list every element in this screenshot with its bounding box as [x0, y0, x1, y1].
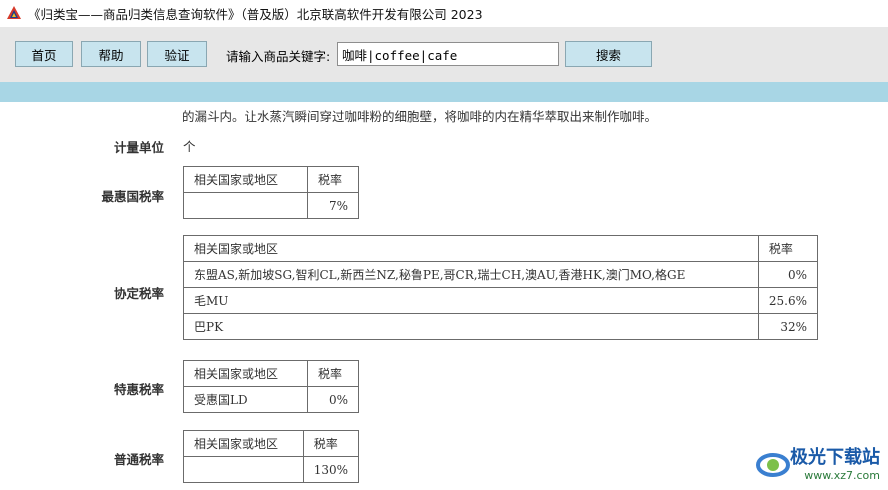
- table-row: 130%: [183, 456, 360, 483]
- rate-cell: 32%: [757, 313, 819, 340]
- table-header-row: 相关国家或地区 税率: [183, 235, 819, 262]
- general-rate-label: 普通税率: [113, 452, 164, 467]
- region-cell: 东盟AS,新加坡SG,智利CL,新西兰NZ,秘鲁PE,哥CR,瑞士CH,澳AU,…: [183, 261, 759, 288]
- region-cell: 巴PK: [183, 313, 759, 340]
- general-rate-table: 相关国家或地区 税率 130%: [183, 430, 360, 483]
- header-rate: 税率: [307, 166, 359, 193]
- agreement-rate-table: 相关国家或地区 税率 东盟AS,新加坡SG,智利CL,新西兰NZ,秘鲁PE,哥C…: [183, 235, 819, 340]
- table-row: 毛MU 25.6%: [183, 287, 819, 314]
- header-region: 相关国家或地区: [183, 235, 759, 262]
- region-cell: [183, 456, 304, 483]
- title-bar: 《归类宝——商品归类信息查询软件》（普及版）北京联高软件开发有限公司 2023: [0, 0, 888, 26]
- table-row: 东盟AS,新加坡SG,智利CL,新西兰NZ,秘鲁PE,哥CR,瑞士CH,澳AU,…: [183, 261, 819, 288]
- table-header-row: 相关国家或地区 税率: [183, 430, 360, 457]
- table-header-row: 相关国家或地区 税率: [183, 360, 359, 387]
- header-region: 相关国家或地区: [183, 430, 304, 457]
- region-cell: 毛MU: [183, 287, 759, 314]
- header-region: 相关国家或地区: [183, 360, 308, 387]
- table-row: 7%: [183, 192, 359, 219]
- header-region: 相关国家或地区: [183, 166, 308, 193]
- mfn-rate-label: 最惠国税率: [101, 189, 164, 204]
- header-rate: 税率: [302, 430, 360, 457]
- header-divider-strip: [0, 82, 888, 102]
- watermark-url: www.xz7.com: [804, 469, 880, 482]
- mfn-rate-table: 相关国家或地区 税率 7%: [183, 166, 359, 219]
- header-rate: 税率: [757, 235, 819, 262]
- rate-cell: 7%: [307, 192, 359, 219]
- header-rate: 税率: [307, 360, 359, 387]
- special-rate-label: 特惠税率: [113, 382, 164, 397]
- region-cell: [183, 192, 308, 219]
- watermark: 极光下载站 www.xz7.com: [756, 443, 880, 482]
- rate-cell: 0%: [307, 386, 359, 413]
- description-text: 的漏斗内。让水蒸汽瞬间穿过咖啡粉的细胞壁，将咖啡的内在精华萃取出来制作咖啡。: [182, 109, 658, 124]
- region-cell: 受惠国LD: [183, 386, 308, 413]
- help-button[interactable]: 帮助: [81, 41, 141, 67]
- search-button[interactable]: 搜索: [565, 41, 652, 67]
- table-row: 受惠国LD 0%: [183, 386, 359, 413]
- app-logo-icon: [6, 5, 22, 21]
- toolbar: 首页 帮助 验证 请输入商品关键字: 搜索: [0, 27, 888, 82]
- watermark-text: 极光下载站: [790, 447, 880, 468]
- unit-value: 个: [183, 139, 196, 154]
- rate-cell: 0%: [757, 261, 819, 288]
- verify-button[interactable]: 验证: [147, 41, 207, 67]
- keyword-label: 请输入商品关键字:: [226, 49, 331, 64]
- watermark-logo-icon: [756, 452, 790, 477]
- rate-cell: 130%: [302, 456, 360, 483]
- rate-cell: 25.6%: [757, 287, 819, 314]
- window-title: 《归类宝——商品归类信息查询软件》（普及版）北京联高软件开发有限公司 2023: [28, 6, 483, 22]
- result-content: 的漏斗内。让水蒸汽瞬间穿过咖啡粉的细胞壁，将咖啡的内在精华萃取出来制作咖啡。 计…: [0, 102, 888, 490]
- unit-label: 计量单位: [113, 140, 164, 155]
- table-row: 巴PK 32%: [183, 313, 819, 340]
- search-input[interactable]: [337, 42, 559, 66]
- home-button[interactable]: 首页: [15, 41, 73, 67]
- table-header-row: 相关国家或地区 税率: [183, 166, 359, 193]
- agreement-rate-label: 协定税率: [113, 286, 164, 301]
- special-rate-table: 相关国家或地区 税率 受惠国LD 0%: [183, 360, 359, 413]
